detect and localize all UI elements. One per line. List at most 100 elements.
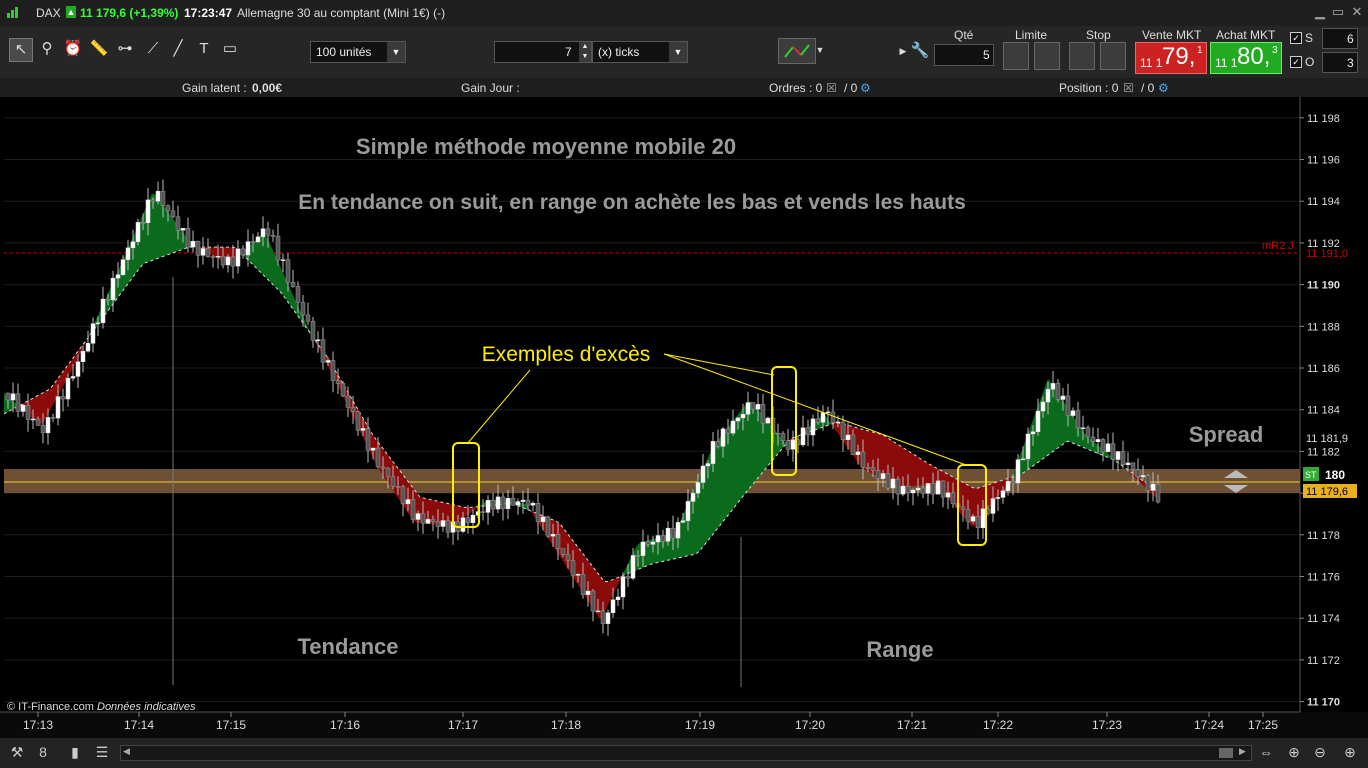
- candle-body: [605, 612, 611, 624]
- rectangle-icon[interactable]: ▭: [219, 38, 241, 60]
- fit-icon[interactable]: ⇔: [1257, 743, 1275, 761]
- gear-icon[interactable]: ⚙: [860, 81, 871, 95]
- candle-body: [800, 427, 806, 446]
- candle-body: [40, 424, 46, 434]
- candle-body: [1055, 383, 1061, 400]
- candle-body: [1155, 483, 1161, 503]
- candle-body: [650, 541, 656, 545]
- minimize-icon[interactable]: ▁: [1312, 4, 1328, 20]
- limit-sell-button[interactable]: [1034, 42, 1060, 70]
- chart-settings-icon[interactable]: ⚒: [8, 743, 26, 761]
- candles-icon[interactable]: ▮: [66, 743, 84, 761]
- candle-body: [1135, 469, 1141, 478]
- scale-icon[interactable]: 8: [34, 743, 52, 761]
- candle-body: [245, 241, 251, 256]
- horizontal-scrollbar[interactable]: ◀ ▶: [120, 745, 1252, 761]
- candle-body: [535, 503, 541, 523]
- close-icon[interactable]: ✕: [1349, 4, 1365, 20]
- candle-body: [150, 199, 156, 202]
- candle-body: [175, 216, 181, 231]
- candle-body: [260, 228, 266, 238]
- candle-body: [360, 428, 366, 431]
- wrench-icon[interactable]: 🔧: [909, 40, 931, 62]
- trendline-icon[interactable]: ╱: [167, 38, 189, 60]
- close-position-icon[interactable]: ☒: [1123, 81, 1134, 95]
- candle-body: [415, 513, 421, 520]
- candle-body: [470, 514, 476, 523]
- candle-body: [220, 256, 226, 266]
- ticks-stepper[interactable]: 7 ▲ ▼: [494, 41, 592, 63]
- candle-body: [255, 236, 261, 243]
- limit-buy-button[interactable]: [1003, 42, 1029, 70]
- candle-body: [700, 465, 706, 483]
- list-icon[interactable]: ☰: [93, 743, 111, 761]
- candle-body: [835, 421, 841, 424]
- horizontal-line-icon[interactable]: ⊶: [114, 38, 136, 60]
- candle-body: [555, 534, 561, 549]
- candle-body: [425, 519, 431, 524]
- zoom-out-icon[interactable]: ⊖: [1311, 743, 1329, 761]
- candle-body: [145, 199, 151, 224]
- o-checkbox[interactable]: ✓: [1290, 56, 1302, 68]
- buy-market-button[interactable]: 11 1 80, 3: [1210, 42, 1282, 74]
- order-tool-button[interactable]: [778, 38, 816, 64]
- zoom-icon[interactable]: ⚲: [36, 38, 58, 60]
- candle-body: [635, 555, 641, 557]
- price-chart[interactable]: Simple méthode moyenne mobile 20 En tend…: [0, 97, 1368, 738]
- scroll-left-icon[interactable]: ◀: [123, 746, 130, 757]
- candle-body: [690, 492, 696, 502]
- candle-body: [1115, 451, 1121, 460]
- segment-icon[interactable]: ⟋: [142, 38, 164, 60]
- candle-body: [830, 411, 836, 423]
- zoom-in-icon[interactable]: ⊕: [1341, 743, 1359, 761]
- candle-body: [460, 517, 466, 532]
- s-input[interactable]: 6: [1322, 28, 1358, 49]
- maximize-icon[interactable]: ▭: [1330, 4, 1346, 20]
- candle-body: [565, 554, 571, 561]
- candle-body: [225, 256, 231, 266]
- s-checkbox[interactable]: ✓: [1290, 32, 1302, 44]
- candle-body: [1005, 481, 1011, 492]
- candle-body: [130, 241, 136, 249]
- candle-body: [210, 256, 216, 258]
- chevron-down-icon: ▼: [669, 42, 687, 62]
- o-input[interactable]: 3: [1322, 52, 1358, 73]
- ticks-unit-select[interactable]: (x) ticks ▼: [592, 41, 688, 63]
- candle-body: [735, 417, 741, 422]
- candle-body: [205, 248, 211, 257]
- stepper-arrows-icon[interactable]: ▲ ▼: [579, 42, 591, 62]
- sell-price-big: 79,: [1162, 43, 1196, 70]
- ordres-total: / 0: [844, 81, 858, 95]
- zoom-area-icon[interactable]: ⊕: [1285, 743, 1303, 761]
- time-tick-label: 17:19: [685, 718, 715, 732]
- candle-body: [850, 434, 856, 455]
- quantity-select[interactable]: 100 unités ▼: [310, 41, 406, 63]
- candle-body: [540, 516, 546, 523]
- candle-body: [315, 339, 321, 341]
- ma-band-segment: [912, 453, 916, 487]
- time-tick-label: 17:20: [795, 718, 825, 732]
- sell-market-button[interactable]: 11 1 79, 1: [1135, 42, 1207, 74]
- stop-sell-button[interactable]: [1100, 42, 1126, 70]
- scroll-thumb[interactable]: [1219, 748, 1233, 758]
- stop-buy-button[interactable]: [1069, 42, 1095, 70]
- chevron-down-icon[interactable]: ▼: [814, 39, 826, 61]
- candle-body: [410, 499, 416, 520]
- candle-body: [965, 509, 971, 522]
- candle-body: [10, 393, 16, 401]
- candle-body: [825, 411, 831, 414]
- cursor-icon[interactable]: ↖: [9, 38, 33, 62]
- alarm-icon[interactable]: ⏰: [62, 38, 84, 60]
- candle-body: [1140, 475, 1146, 478]
- gear-icon[interactable]: ⚙: [1158, 81, 1169, 95]
- scroll-right-icon[interactable]: ▶: [1239, 746, 1246, 757]
- text-tool-icon[interactable]: T: [193, 38, 215, 60]
- expand-arrow-icon[interactable]: ▶: [899, 40, 907, 62]
- ma-band-segment: [168, 211, 172, 255]
- candle-body: [280, 259, 286, 261]
- candle-body: [310, 321, 316, 341]
- candle-body: [760, 404, 766, 424]
- ruler-icon[interactable]: 📏: [88, 38, 110, 60]
- close-orders-icon[interactable]: ☒: [826, 81, 837, 95]
- qty-input[interactable]: 5: [934, 44, 994, 66]
